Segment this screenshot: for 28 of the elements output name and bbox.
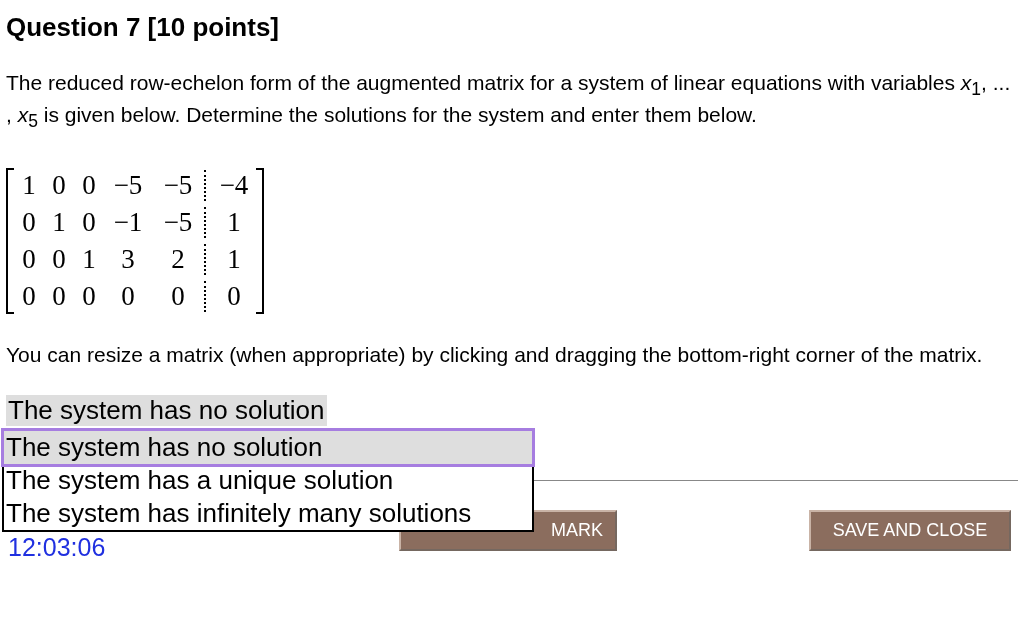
matrix-entry: 0 <box>82 207 96 239</box>
matrix-entry: −5 <box>113 170 143 202</box>
matrix-entry: −1 <box>113 207 143 239</box>
question-title: Question 7 [10 points] <box>6 11 280 44</box>
matrix-entry: −5 <box>163 207 193 239</box>
matrix-entry: 1 <box>204 244 258 276</box>
matrix-entry: 0 <box>204 281 258 313</box>
matrix-entry: 0 <box>82 170 96 202</box>
matrix-entry: 0 <box>52 170 66 202</box>
matrix-entry: 1 <box>82 244 96 276</box>
matrix-entry: 0 <box>52 281 66 313</box>
hint-text: You can resize a matrix (when appropriate) by clicking and dragging the bottom-right corner of the matrix. <box>6 342 984 368</box>
matrix-entry: 1 <box>52 207 66 239</box>
matrix-entry: 0 <box>22 244 36 276</box>
matrix-entry: −4 <box>204 170 258 202</box>
matrix-entry: 1 <box>22 170 36 202</box>
matrix-entry: 0 <box>121 281 135 313</box>
matrix-entry: 1 <box>204 207 258 239</box>
question-text: The reduced row-echelon form of the augmented matrix for a system of linear equations with variables x$_{1}$, ... , x$_{5}$ is given below. Determine the solutions for the system and enter them below. <box>6 70 1012 134</box>
timer: 12:03:06 <box>8 534 106 561</box>
matrix-entry: 0 <box>22 207 36 239</box>
matrix-entry: −5 <box>163 170 193 202</box>
matrix-entry: 2 <box>171 244 185 276</box>
matrix-entry: 0 <box>82 281 96 313</box>
matrix-entry: 0 <box>22 281 36 313</box>
matrix-entry: 3 <box>121 244 135 276</box>
matrix-entry: 0 <box>171 281 185 313</box>
matrix-entry: 0 <box>52 244 66 276</box>
